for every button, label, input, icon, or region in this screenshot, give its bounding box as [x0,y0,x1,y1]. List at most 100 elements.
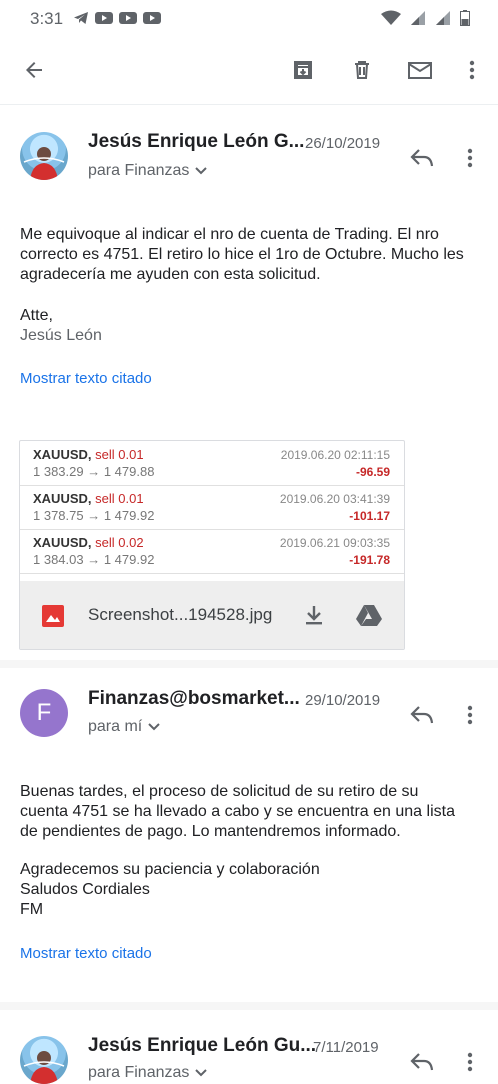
delete-button[interactable] [348,56,376,84]
signoff: Atte, [20,307,53,324]
trade-profit-loss: -96.59 [355,465,390,479]
image-icon [42,605,64,627]
trade-symbol-text: XAUUSD, [33,447,92,462]
reply-button[interactable] [408,1048,436,1076]
attachment-bar: Screenshot...194528.jpg [20,581,404,649]
trade-symbol: XAUUSD, sell 0.01 [33,491,144,506]
trade-symbol-text: XAUUSD, [33,491,92,506]
body-line: de pendientes de pago. Lo mantendremos i… [20,823,401,840]
trade-symbol-text: XAUUSD, [33,535,92,550]
avatar-letter: F [36,699,52,726]
message-divider [0,1002,498,1010]
more-vert-icon [467,705,473,725]
attachment-card[interactable]: XAUUSD, sell 0.01 1 383.29 → 1 479.88 20… [19,440,405,650]
wifi-icon [381,10,401,25]
youtube-icon [119,12,137,24]
recipient-label: para Finanzas [88,162,190,179]
message-body: Me equivoque al indicar el nro de cuenta… [20,225,482,346]
youtube-icon [95,12,113,24]
body-line: Buenas tardes, el proceso de solicitud d… [20,783,419,800]
more-options-button[interactable] [458,56,486,84]
archive-icon [294,61,312,79]
recipient-toggle[interactable]: para Finanzas [88,162,208,180]
trade-prices: 1 383.29 → 1 479.88 [33,464,155,479]
message-more-button[interactable] [460,1048,480,1076]
drive-icon [356,605,382,626]
trade-time: 2019.06.21 09:03:35 [279,536,390,550]
closing-line: FM [20,901,44,918]
recipient-label: para Finanzas [88,1064,190,1081]
trade-time: 2019.06.20 03:41:39 [279,492,390,506]
trade-prices: 1 384.03 → 1 479.92 [33,552,155,567]
telegram-icon [74,12,88,24]
recipient-label: para mí [88,718,143,735]
app-bar [0,36,498,105]
body-line: cuenta 4751 se ha llevado a cabo y se en… [20,803,455,820]
body-line: correcto es 4751. El retiro lo hice el 1… [20,246,464,263]
show-quoted-text-link[interactable]: Mostrar texto citado [20,945,152,962]
sender-name[interactable]: Jesús Enrique León G... [88,131,304,153]
body-line: Me equivoque al indicar el nro de cuenta… [20,226,439,243]
trade-prices: 1 378.75 → 1 479.92 [33,508,155,523]
trade-symbol: XAUUSD, sell 0.02 [33,535,144,550]
save-to-drive-button[interactable] [354,601,384,629]
more-vert-icon [469,60,475,80]
closing-line: Agradecemos su paciencia y colaboración [20,861,320,878]
avatar[interactable] [20,132,68,180]
trade-side: sell 0.01 [95,447,144,462]
mark-unread-button[interactable] [406,56,434,84]
recipient-toggle[interactable]: para mí [88,718,160,736]
message-more-button[interactable] [460,701,480,729]
recipient-toggle[interactable]: para Finanzas [88,1064,208,1082]
avatar[interactable]: F [20,689,68,737]
reply-icon [410,1053,434,1071]
notification-icons [73,10,161,26]
attachment-filename: Screenshot...194528.jpg [88,605,273,624]
battery-icon [460,10,470,26]
body-line: agradecería me ayuden con esta solicitud… [20,266,321,283]
trade-time: 2019.06.20 02:11:15 [280,448,390,462]
system-icons [381,10,470,26]
reply-button[interactable] [408,144,436,172]
message-divider [0,660,498,668]
back-button[interactable] [20,56,48,84]
youtube-icon [143,12,161,24]
status-bar: 3:31 [0,0,498,36]
download-button[interactable] [300,601,328,629]
chevron-down-icon [148,723,160,731]
trade-side: sell 0.01 [95,491,144,506]
status-time: 3:31 [30,9,64,28]
download-icon [306,606,322,625]
reply-icon [410,149,434,167]
message-more-button[interactable] [460,144,480,172]
trash-icon [355,61,369,79]
sender-name[interactable]: Jesús Enrique León Gu... [88,1035,316,1057]
message-date: 7/11/2019 [313,1039,379,1056]
signature: Jesús León [20,327,102,344]
signal-icon [436,11,450,25]
trade-row: XAUUSD, sell 0.01 1 383.29 → 1 479.88 20… [20,441,404,486]
message-date: 29/10/2019 [305,692,381,709]
archive-button[interactable] [289,56,317,84]
signal-icon [411,11,425,25]
reply-button[interactable] [408,701,436,729]
trade-row: XAUUSD, sell 0.01 1 378.75 → 1 479.92 20… [20,485,404,530]
mail-icon [408,62,432,79]
more-vert-icon [467,1052,473,1072]
trade-profit-loss: -191.78 [349,553,390,567]
trade-row: XAUUSD, sell 0.02 1 384.03 → 1 479.92 20… [20,529,404,574]
closing-line: Saludos Cordiales [20,881,150,898]
message-date: 26/10/2019 [305,135,381,152]
avatar[interactable] [20,1036,68,1084]
profile-photo [23,147,65,180]
reply-icon [410,706,434,724]
chevron-down-icon [195,167,208,175]
profile-photo [23,1051,65,1084]
show-quoted-text-link[interactable]: Mostrar texto citado [20,370,152,387]
chevron-down-icon [195,1069,208,1077]
trade-profit-loss: -101.17 [349,509,390,523]
back-arrow-icon [26,62,42,78]
more-vert-icon [467,148,473,168]
trade-side: sell 0.02 [95,535,144,550]
sender-name[interactable]: Finanzas@bosmarket... [88,688,300,710]
